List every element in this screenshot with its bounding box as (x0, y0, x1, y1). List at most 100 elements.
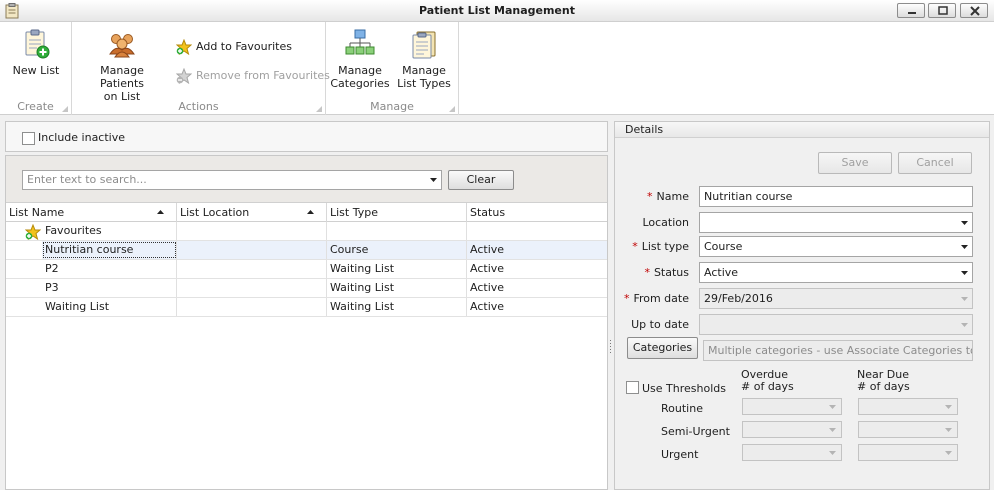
minimize-button[interactable] (897, 3, 925, 18)
semi-urgent-overdue-select[interactable] (742, 421, 842, 438)
chevron-down-icon (961, 297, 968, 301)
close-icon (970, 6, 980, 16)
save-button[interactable]: Save (818, 152, 892, 174)
cell-status: Active (470, 300, 505, 313)
maximize-button[interactable] (928, 3, 956, 18)
dropdown-arrow-icon[interactable] (430, 178, 437, 182)
manage-categories-button[interactable]: Manage Categories (330, 28, 390, 90)
use-thresholds-label: Use Thresholds (642, 382, 726, 395)
favourite-star-icon (25, 224, 41, 240)
filter-bar: Include inactive (5, 121, 608, 152)
column-header-list-location[interactable]: List Location (177, 203, 327, 222)
column-header-status[interactable]: Status (467, 203, 607, 222)
cell-list-type: Waiting List (327, 298, 467, 316)
group-label-create: Create (17, 100, 54, 113)
categories-field: Multiple categories - use Associate Cate… (703, 340, 973, 361)
new-list-button[interactable]: New List (8, 28, 64, 77)
clear-button[interactable]: Clear (448, 170, 514, 190)
cell-list-location (177, 260, 327, 278)
details-panel: Details Save Cancel * Name Nutritian cour… (614, 121, 990, 490)
group-row-favourites[interactable]: Favourites (6, 222, 607, 241)
from-date-value: 29/Feb/2016 (704, 292, 773, 305)
cell-status: Active (470, 262, 505, 275)
cell-status: Active (470, 281, 505, 294)
location-label: Location (642, 216, 689, 229)
location-select[interactable] (699, 212, 973, 233)
column-label: List Location (180, 206, 250, 219)
cell-list-type: Waiting List (327, 279, 467, 297)
include-inactive-checkbox[interactable] (22, 132, 35, 145)
table-row[interactable]: P3 Waiting List Active (6, 279, 607, 298)
manage-list-types-button[interactable]: Manage List Types (394, 28, 454, 90)
manage-list-types-label-2: List Types (397, 77, 451, 90)
ribbon-group-actions: Manage Patients on List Add to Favourite… (72, 22, 330, 115)
up-to-date-picker[interactable] (699, 314, 973, 335)
minimize-icon (908, 12, 916, 14)
cell-list-name: P3 (42, 279, 177, 297)
ribbon-group-create: New List Create (0, 22, 72, 115)
label-text: List type (641, 240, 689, 253)
search-area: Enter text to search... Clear (6, 156, 607, 202)
dialog-launcher-icon (316, 106, 322, 112)
chevron-down-icon (945, 428, 952, 432)
group-label: Favourites (42, 222, 177, 240)
remove-from-favourites-label: Remove from Favourites (196, 69, 330, 82)
name-field[interactable]: Nutritian course (699, 186, 973, 207)
close-button[interactable] (960, 3, 988, 18)
cell-status: Active (467, 241, 607, 259)
list-type-select[interactable]: Course (699, 236, 973, 257)
column-header-list-name[interactable]: List Name (6, 203, 177, 222)
label-text: Name (656, 190, 689, 203)
cell-list-type: Waiting List (327, 260, 467, 278)
details-title: Details (615, 122, 989, 138)
manage-patients-label-1: Manage Patients (99, 64, 145, 90)
status-select[interactable]: Active (699, 262, 973, 283)
list-types-clipboard-icon (412, 31, 436, 59)
table-row[interactable]: Nutritian course Course Active (6, 241, 607, 260)
categories-tree-icon (345, 29, 375, 55)
urgent-overdue-select[interactable] (742, 444, 842, 461)
manage-patients-button[interactable]: Manage Patients on List (78, 28, 166, 103)
urgent-neardue-select[interactable] (858, 444, 958, 461)
list-type-label: * List type (599, 240, 689, 253)
cell-list-name: Nutritian course (42, 241, 177, 259)
patient-lists-grid-panel: Enter text to search... Clear List Name … (5, 155, 608, 490)
semi-urgent-neardue-select[interactable] (858, 421, 958, 438)
splitter-grip-icon[interactable] (609, 340, 612, 354)
ribbon: New List Create Manage Patients on List … (0, 22, 994, 115)
search-input[interactable]: Enter text to search... (22, 170, 442, 190)
chevron-down-icon (945, 405, 952, 409)
column-header-list-type[interactable]: List Type (327, 203, 467, 222)
from-date-picker[interactable]: 29/Feb/2016 (699, 288, 973, 309)
use-thresholds-checkbox[interactable] (626, 381, 639, 394)
chevron-down-icon (961, 271, 968, 275)
patients-group-icon (109, 34, 135, 58)
favourite-star-add-icon (176, 39, 192, 55)
cell-list-location (177, 298, 327, 316)
window-title: Patient List Management (419, 4, 575, 17)
favourite-star-remove-icon (176, 68, 192, 84)
chevron-down-icon (961, 323, 968, 327)
categories-button[interactable]: Categories (627, 337, 698, 359)
cell-list-location (177, 241, 327, 259)
search-placeholder: Enter text to search... (27, 173, 147, 186)
chevron-down-icon (829, 405, 836, 409)
routine-neardue-select[interactable] (858, 398, 958, 415)
table-row[interactable]: P2 Waiting List Active (6, 260, 607, 279)
manage-categories-label-1: Manage (338, 64, 382, 77)
name-label: * Name (599, 190, 689, 203)
chevron-down-icon (961, 245, 968, 249)
routine-overdue-select[interactable] (742, 398, 842, 415)
list-type-value: Course (704, 240, 743, 253)
cell-list-name: Waiting List (42, 298, 177, 316)
ribbon-group-manage: Manage Categories Manage List Types Mana… (326, 22, 459, 115)
chevron-down-icon (829, 451, 836, 455)
grid-cell (327, 222, 467, 240)
required-marker: * (623, 292, 630, 305)
cancel-button[interactable]: Cancel (898, 152, 972, 174)
group-label-manage: Manage (370, 100, 414, 113)
table-row[interactable]: Waiting List Waiting List Active (6, 298, 607, 317)
column-label: Status (470, 206, 506, 219)
sort-ascending-icon (157, 210, 164, 214)
chevron-down-icon (945, 451, 952, 455)
